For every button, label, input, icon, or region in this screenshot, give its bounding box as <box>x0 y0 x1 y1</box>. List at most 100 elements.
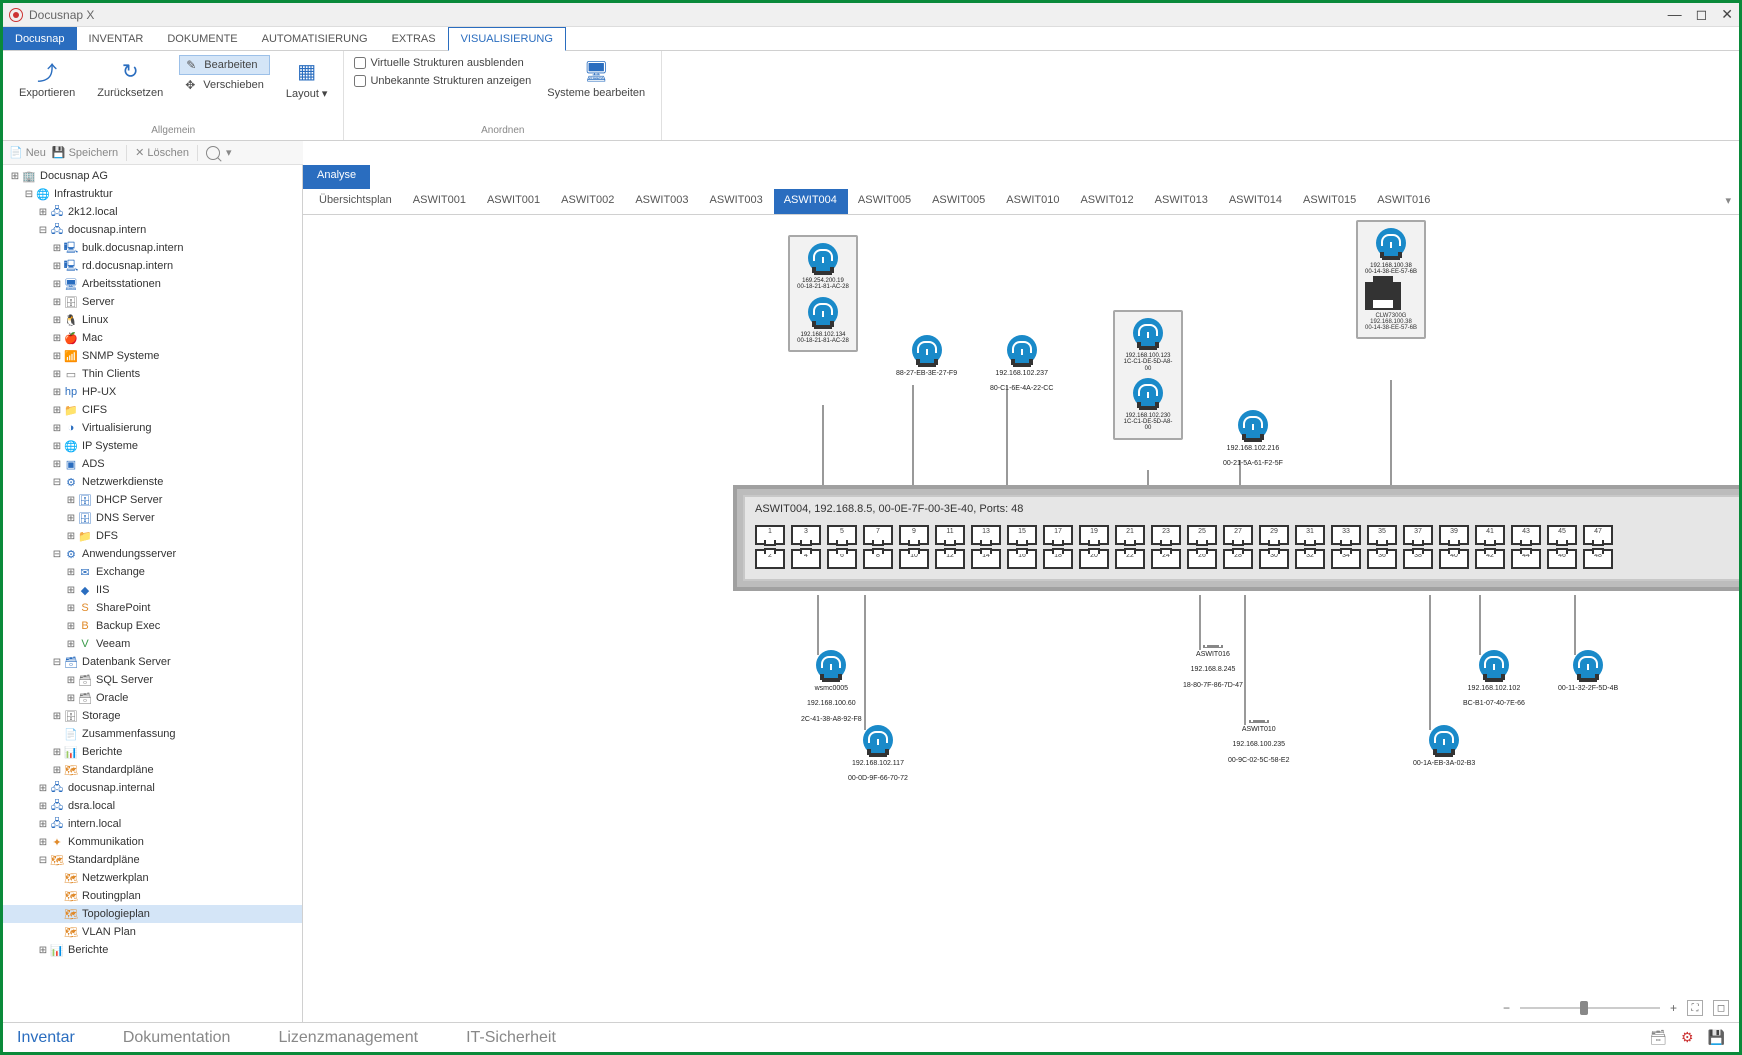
tree-item[interactable]: ⊞🖧intern.local <box>3 815 302 833</box>
menu-tab[interactable]: AUTOMATISIERUNG <box>250 27 380 50</box>
switch-port[interactable]: 9 <box>899 525 929 545</box>
switch-port[interactable]: 23 <box>1151 525 1181 545</box>
switch-port[interactable]: 33 <box>1331 525 1361 545</box>
network-node[interactable]: wsmc0005192.168.100.602C-41-38-A8-92-F8 <box>801 650 862 723</box>
edit-systems-button[interactable]: 🖥Systeme bearbeiten <box>541 55 651 101</box>
tree-item[interactable]: ⊞🖳bulk.docusnap.intern <box>3 239 302 257</box>
tree-item[interactable]: ⊞📊Berichte <box>3 743 302 761</box>
tree-item[interactable]: ⊞🗃SQL Server <box>3 671 302 689</box>
minimize-button[interactable]: ― <box>1668 6 1682 23</box>
menu-tab[interactable]: VISUALISIERUNG <box>448 27 566 51</box>
subtab[interactable]: ASWIT001 <box>403 189 477 214</box>
tree-item[interactable]: ⊞🖥Arbeitsstationen <box>3 275 302 293</box>
save-button[interactable]: 💾 Speichern <box>52 146 118 159</box>
tree-item[interactable]: ⊞🗃Oracle <box>3 689 302 707</box>
subtab[interactable]: ASWIT016 <box>1367 189 1441 214</box>
switch-port[interactable]: 37 <box>1403 525 1433 545</box>
menu-tab[interactable]: EXTRAS <box>380 27 448 50</box>
analyse-tab[interactable]: Analyse <box>303 165 370 189</box>
subtab[interactable]: ASWIT012 <box>1070 189 1144 214</box>
menu-tab-primary[interactable]: Docusnap <box>3 27 77 50</box>
delete-button[interactable]: ✕ Löschen <box>135 146 189 159</box>
switch-node[interactable]: ASWIT010192.168.100.23500-9C-02-5C-58-E2 <box>1228 720 1289 764</box>
sidebar-tree[interactable]: ⊞🏢Docusnap AG⊟🌐Infrastruktur⊞🖧2k12.local… <box>3 165 303 1022</box>
tree-item[interactable]: ⊞🖧2k12.local <box>3 203 302 221</box>
network-node[interactable]: 192.168.102.102BC-B1-07-40-7E-66 <box>1463 650 1525 708</box>
database-icon[interactable]: 🗃 <box>1649 1029 1667 1046</box>
footer-tab[interactable]: IT-Sicherheit <box>466 1029 556 1047</box>
tree-item[interactable]: ⊞🗄Storage <box>3 707 302 725</box>
switch-port[interactable]: 24 <box>1151 549 1181 569</box>
footer-tab[interactable]: Inventar <box>17 1029 75 1047</box>
switch-port[interactable]: 35 <box>1367 525 1397 545</box>
tree-item[interactable]: 📄Zusammenfassung <box>3 725 302 743</box>
expand-tabs-button[interactable]: ▾ <box>1717 189 1739 214</box>
tree-item[interactable]: ⊞🖧dsra.local <box>3 797 302 815</box>
switch-port[interactable]: 4 <box>791 549 821 569</box>
edit-mode-button[interactable]: ✎Bearbeiten <box>179 55 270 75</box>
switch-port[interactable]: 42 <box>1475 549 1505 569</box>
switch-port[interactable]: 13 <box>971 525 1001 545</box>
gear-icon[interactable]: ⚙ <box>1681 1029 1694 1046</box>
switch-port[interactable]: 19 <box>1079 525 1109 545</box>
tree-item[interactable]: ⊞hpHP-UX <box>3 383 302 401</box>
footer-tab[interactable]: Lizenzmanagement <box>278 1029 418 1047</box>
network-node[interactable]: 192.168.102.21600-21-5A-61-F2-5F <box>1223 410 1283 468</box>
hide-virtual-checkbox[interactable]: Virtuelle Strukturen ausblenden <box>354 55 531 71</box>
switch-port[interactable]: 26 <box>1187 549 1217 569</box>
switch-port[interactable]: 20 <box>1079 549 1109 569</box>
switch-port[interactable]: 5 <box>827 525 857 545</box>
switch-port[interactable]: 43 <box>1511 525 1541 545</box>
subtab[interactable]: ASWIT001 <box>477 189 551 214</box>
tree-item[interactable]: ⊟🖧docusnap.intern <box>3 221 302 239</box>
menu-tab[interactable]: DOKUMENTE <box>155 27 249 50</box>
tree-item[interactable]: ⊞◑Virtualisierung <box>3 419 302 437</box>
switch-port[interactable]: 27 <box>1223 525 1253 545</box>
switch-port[interactable]: 30 <box>1259 549 1289 569</box>
switch-port[interactable]: 18 <box>1043 549 1073 569</box>
tree-item[interactable]: ⊞🌐IP Systeme <box>3 437 302 455</box>
new-button[interactable]: 📄 Neu <box>9 146 46 159</box>
main-switch[interactable]: ASWIT004, 192.168.8.5, 00-0E-7F-00-3E-40… <box>733 485 1739 591</box>
tree-item[interactable]: ⊞◆IIS <box>3 581 302 599</box>
tree-item[interactable]: 🗺Routingplan <box>3 887 302 905</box>
tree-item[interactable]: ⊞🐧Linux <box>3 311 302 329</box>
switch-port[interactable]: 40 <box>1439 549 1469 569</box>
switch-port[interactable]: 41 <box>1475 525 1505 545</box>
close-button[interactable]: ✕ <box>1721 6 1733 23</box>
tree-item[interactable]: ⊞🗺Standardpläne <box>3 761 302 779</box>
topology-canvas[interactable]: 169.254.200.1900-18-21-81-AC-28 192.168.… <box>303 215 1739 1022</box>
maximize-button[interactable]: ◻ <box>1696 6 1708 23</box>
tree-item[interactable]: ⊟⚙Netzwerkdienste <box>3 473 302 491</box>
menu-tab[interactable]: INVENTAR <box>77 27 156 50</box>
tree-item[interactable]: ⊞SSharePoint <box>3 599 302 617</box>
subtab[interactable]: ASWIT005 <box>848 189 922 214</box>
tree-item[interactable]: ⊞▭Thin Clients <box>3 365 302 383</box>
subtab[interactable]: Übersichtsplan <box>309 189 403 214</box>
tree-item[interactable]: ⊟⚙Anwendungsserver <box>3 545 302 563</box>
subtab[interactable]: ASWIT003 <box>625 189 699 214</box>
switch-port[interactable]: 46 <box>1547 549 1577 569</box>
switch-port[interactable]: 11 <box>935 525 965 545</box>
search-icon[interactable] <box>206 146 220 160</box>
tree-item[interactable]: ⊞📶SNMP Systeme <box>3 347 302 365</box>
switch-port[interactable]: 48 <box>1583 549 1613 569</box>
layout-dropdown[interactable]: ▦Layout ▾ <box>280 55 334 102</box>
node-group-card[interactable]: 192.168.100.3800-14-38-EE-57-6B CLW7300G… <box>1356 220 1426 339</box>
subtab[interactable]: ASWIT010 <box>996 189 1070 214</box>
tree-item[interactable]: ⊞✉Exchange <box>3 563 302 581</box>
network-node[interactable]: 192.168.102.11700-0D-9F-66-70-72 <box>848 725 908 783</box>
footer-tab[interactable]: Dokumentation <box>123 1029 231 1047</box>
tree-item[interactable]: 🗺VLAN Plan <box>3 923 302 941</box>
tree-item[interactable]: ⊞🗄DHCP Server <box>3 491 302 509</box>
network-node[interactable]: 00-1A-EB-3A-02-B3 <box>1413 725 1475 768</box>
tree-item[interactable]: ⊟🗃Datenbank Server <box>3 653 302 671</box>
subtab[interactable]: ASWIT015 <box>1293 189 1367 214</box>
tree-item[interactable]: ⊞🗄Server <box>3 293 302 311</box>
node-group-card[interactable]: 192.168.100.1231C-C1-DE-5D-A8-00 192.168… <box>1113 310 1183 440</box>
switch-port[interactable]: 34 <box>1331 549 1361 569</box>
switch-port[interactable]: 21 <box>1115 525 1145 545</box>
move-mode-button[interactable]: ✥Verschieben <box>179 76 270 94</box>
dropdown-icon[interactable]: ▾ <box>226 146 232 159</box>
tree-item[interactable]: ⊞📁CIFS <box>3 401 302 419</box>
